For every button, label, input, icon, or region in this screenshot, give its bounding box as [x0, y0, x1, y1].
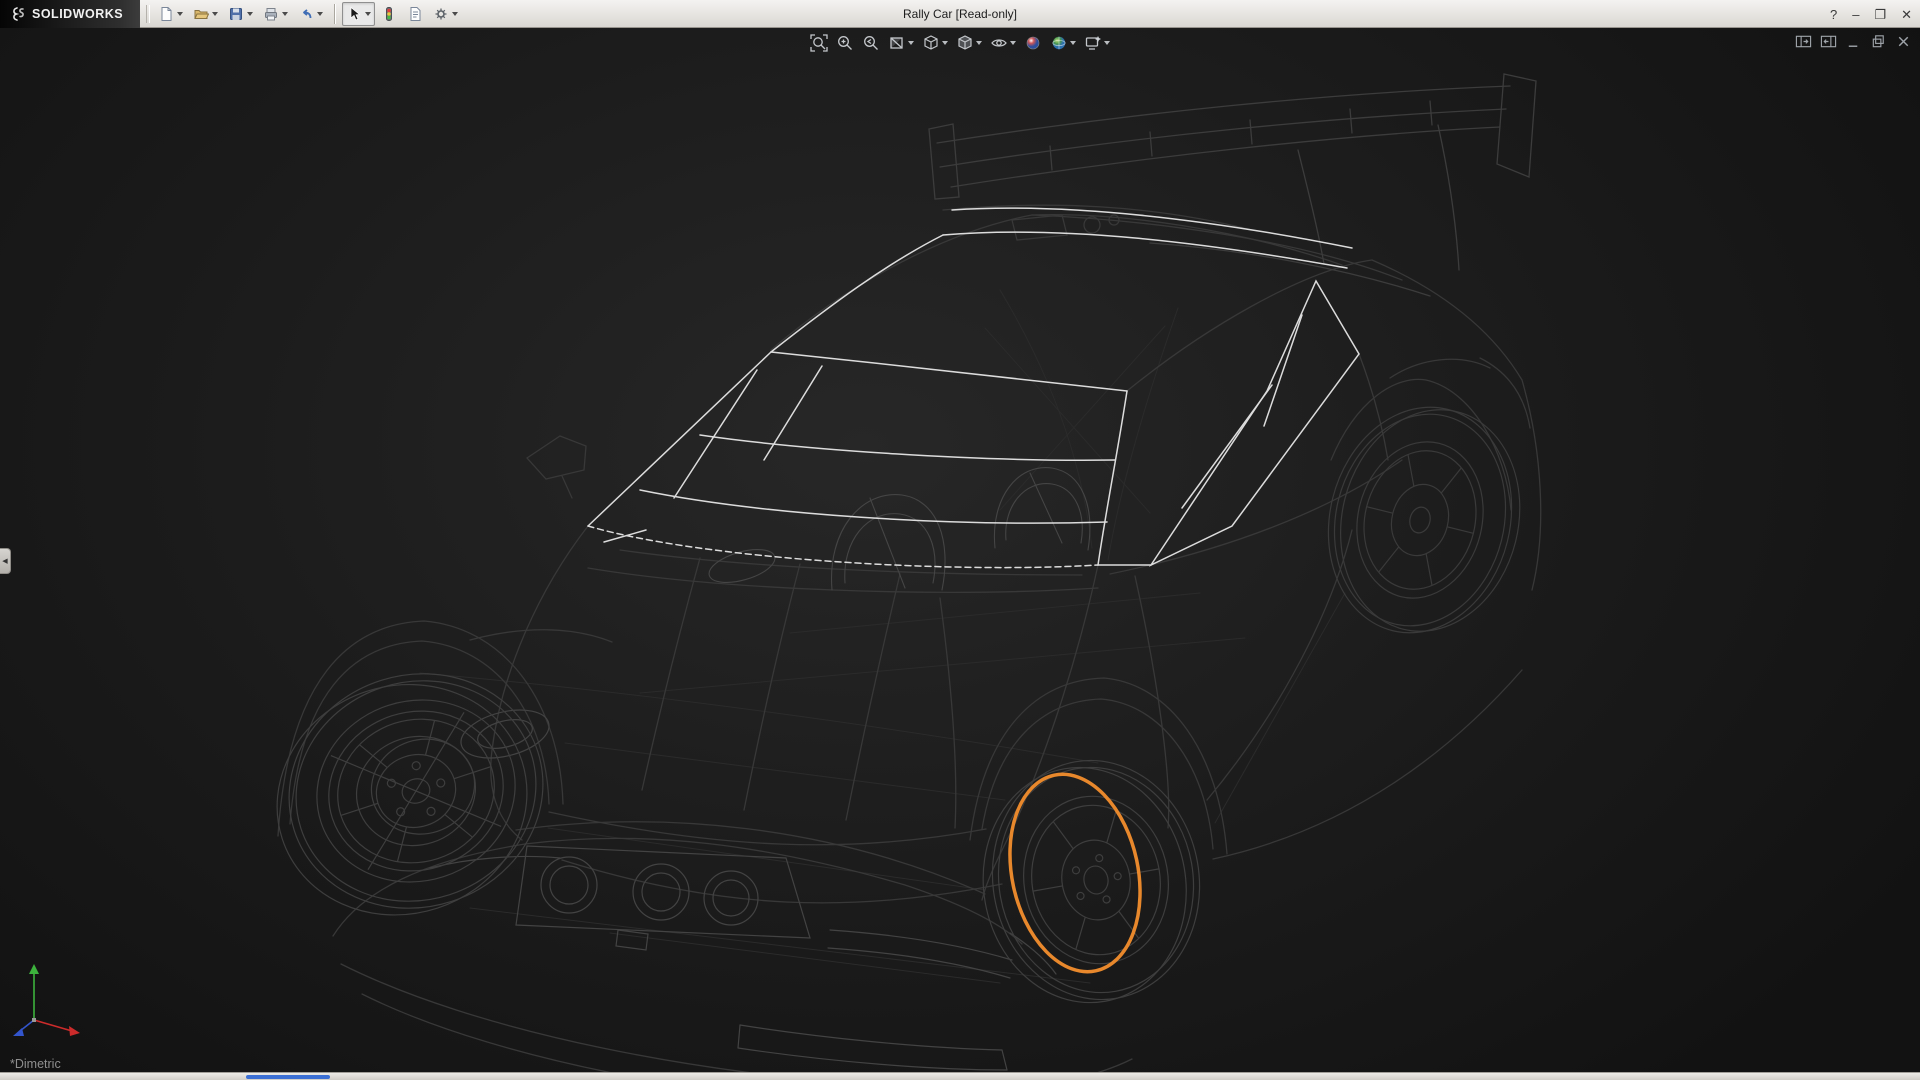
undo-icon [298, 6, 314, 22]
undo-button[interactable] [294, 2, 327, 26]
zoom-to-fit-button[interactable] [808, 33, 830, 53]
car-highlighted-glass-edges [588, 208, 1359, 567]
car-front-details [430, 702, 1056, 1070]
view-orientation-button[interactable] [920, 33, 950, 53]
dropdown-arrow-icon[interactable] [1010, 41, 1016, 45]
car-wheel-front-left [245, 641, 574, 947]
solidworks-logo: SOLIDWORKS [0, 0, 140, 28]
feature-panel-collapse-tab[interactable]: ◀ [0, 548, 11, 574]
dropdown-arrow-icon[interactable] [212, 12, 218, 16]
section-view-button[interactable] [886, 33, 916, 53]
car-wheel-rear [1305, 388, 1543, 655]
close-document-icon[interactable] [1895, 33, 1912, 50]
print-button[interactable] [259, 2, 292, 26]
section-view-icon [888, 34, 906, 52]
dropdown-arrow-icon[interactable] [452, 12, 458, 16]
previous-view-button[interactable] [860, 33, 882, 53]
hide-show-items-button[interactable] [988, 33, 1018, 53]
dropdown-arrow-icon[interactable] [317, 12, 323, 16]
dropdown-arrow-icon[interactable] [177, 12, 183, 16]
triad-x-axis [34, 1020, 80, 1036]
view-settings-button[interactable] [1082, 33, 1112, 53]
save-icon [228, 6, 244, 22]
select-arrow-icon [346, 6, 362, 22]
open-button[interactable] [189, 2, 222, 26]
hide-show-eye-icon [990, 34, 1008, 52]
dropdown-arrow-icon[interactable] [1070, 41, 1076, 45]
titlebar: SOLIDWORKS [0, 0, 1920, 28]
restore-document-icon[interactable] [1870, 33, 1887, 50]
edit-appearance-button[interactable] [1022, 33, 1044, 53]
maximize-button[interactable]: ❐ [1874, 8, 1886, 21]
document-window-controls [1795, 33, 1912, 50]
view-orientation-cube-icon [922, 34, 940, 52]
new-document-icon [158, 6, 174, 22]
view-settings-icon [1084, 34, 1102, 52]
solidworks-logo-icon [10, 6, 26, 22]
new-button[interactable] [154, 2, 187, 26]
status-bar [0, 1072, 1920, 1080]
minimize-document-icon[interactable] [1845, 33, 1862, 50]
dropdown-arrow-icon[interactable] [976, 41, 982, 45]
dropdown-arrow-icon[interactable] [365, 12, 371, 16]
apply-scene-globe-icon [1050, 34, 1068, 52]
collapse-arrow-icon: ◀ [2, 557, 7, 565]
apply-scene-button[interactable] [1048, 33, 1078, 53]
display-style-button[interactable] [954, 33, 984, 53]
status-accent [246, 1075, 330, 1079]
select-button[interactable] [342, 2, 375, 26]
previous-view-icon [862, 34, 880, 52]
triad-origin [32, 1018, 36, 1022]
toolbar-separator [334, 4, 335, 24]
car-wireframe-model[interactable] [0, 28, 1920, 1072]
help-button[interactable]: ? [1830, 8, 1837, 21]
car-rear-wing [929, 74, 1536, 296]
edit-appearance-ball-icon [1024, 34, 1042, 52]
options-button[interactable] [429, 2, 462, 26]
print-icon [263, 6, 279, 22]
orientation-triad [10, 956, 94, 1044]
dropdown-arrow-icon[interactable] [1104, 41, 1110, 45]
zoom-to-area-icon [836, 34, 854, 52]
zoom-to-fit-icon [810, 34, 828, 52]
solidworks-window: SOLIDWORKS [0, 0, 1920, 1080]
display-style-icon [956, 34, 974, 52]
window-controls: ? – ❐ ✕ [1830, 0, 1912, 28]
minimize-button[interactable]: – [1852, 8, 1859, 21]
rebuild-traffic-light-icon [381, 6, 397, 22]
file-properties-button[interactable] [403, 2, 427, 26]
window-title: Rally Car [Read-only] [903, 7, 1017, 21]
dropdown-arrow-icon[interactable] [942, 41, 948, 45]
zoom-to-area-button[interactable] [834, 33, 856, 53]
open-folder-icon [193, 6, 209, 22]
show-feature-pane-icon[interactable] [1795, 33, 1812, 50]
options-gear-icon [433, 6, 449, 22]
main-toolbar [154, 2, 462, 26]
car-body-lines [278, 205, 1541, 1072]
dropdown-arrow-icon[interactable] [908, 41, 914, 45]
close-button[interactable]: ✕ [1901, 8, 1912, 21]
toolbar-grip [146, 5, 150, 23]
rebuild-button[interactable] [377, 2, 401, 26]
triad-z-axis [13, 1020, 34, 1036]
triad-y-axis [29, 964, 39, 1020]
show-display-pane-icon[interactable] [1820, 33, 1837, 50]
view-orientation-label: *Dimetric [10, 1057, 61, 1071]
viewport-3d[interactable]: ◀ *Dimetric [0, 28, 1920, 1072]
dropdown-arrow-icon[interactable] [282, 12, 288, 16]
heads-up-view-toolbar [808, 33, 1112, 53]
file-properties-icon [407, 6, 423, 22]
dropdown-arrow-icon[interactable] [247, 12, 253, 16]
save-button[interactable] [224, 2, 257, 26]
brand-name: SOLIDWORKS [32, 7, 123, 21]
